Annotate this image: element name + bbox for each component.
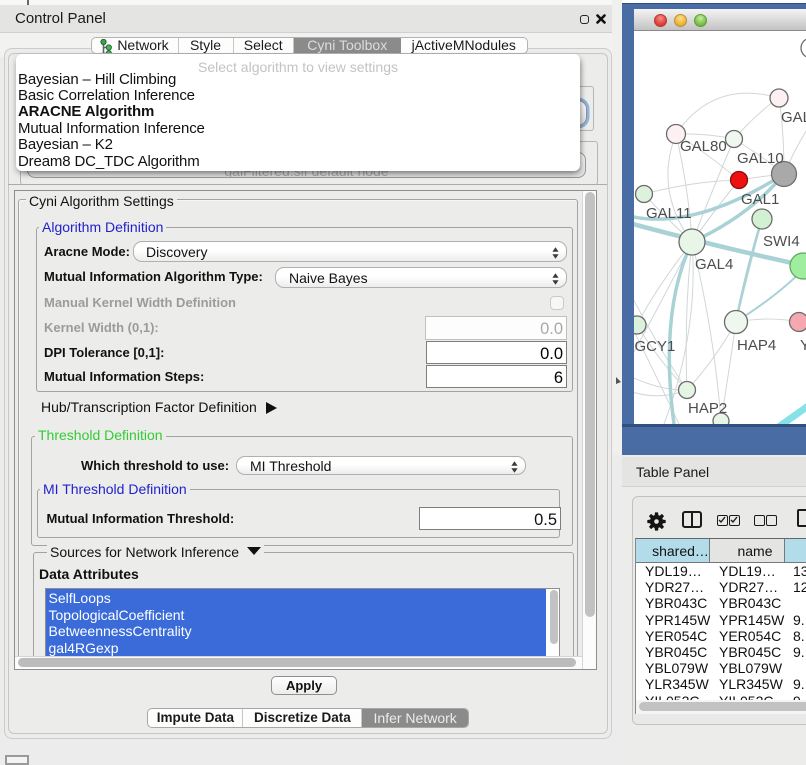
- svg-text:GAL1: GAL1: [741, 191, 779, 208]
- svg-text:HAP2: HAP2: [688, 400, 727, 417]
- svg-text:GAL: GAL: [781, 109, 806, 126]
- svg-text:GAL4: GAL4: [695, 256, 733, 273]
- svg-text:GAL10: GAL10: [737, 150, 784, 167]
- svg-text:HAP4: HAP4: [737, 337, 776, 354]
- svg-text:GCY1: GCY1: [635, 338, 676, 355]
- svg-text:GAL80: GAL80: [680, 138, 727, 155]
- svg-text:Y: Y: [800, 337, 806, 354]
- svg-text:GAL11: GAL11: [646, 205, 692, 222]
- svg-text:SWI4: SWI4: [763, 233, 800, 250]
